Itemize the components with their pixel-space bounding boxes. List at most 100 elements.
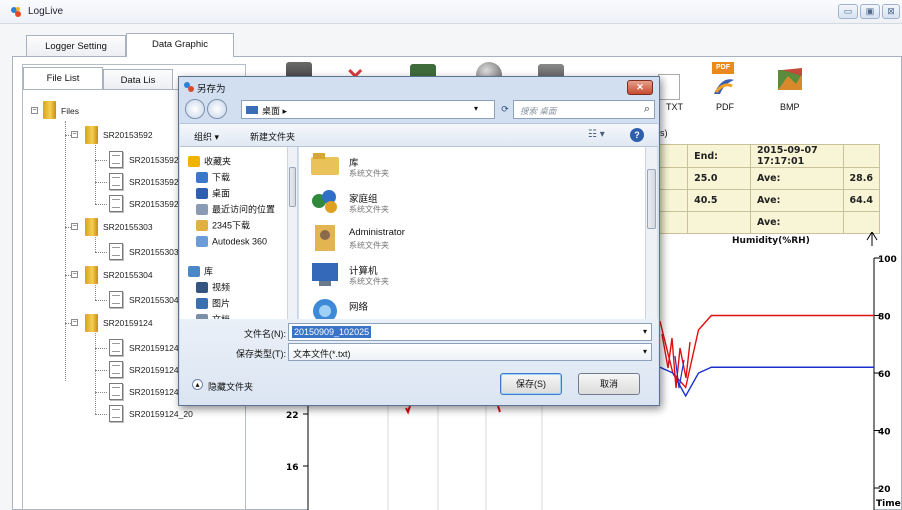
file-item[interactable]: Administrator 系统文件夹 — [309, 223, 609, 257]
folder-icon — [85, 218, 98, 236]
tree-line — [95, 145, 96, 204]
search-input[interactable]: 搜索 桌面 ⌕ — [513, 100, 655, 119]
collapse-icon[interactable]: − — [71, 223, 78, 230]
tick-label: 20 — [878, 485, 891, 495]
time-label: Time — [876, 499, 901, 509]
table-row: :Ave: — [635, 211, 881, 234]
tree-file-label[interactable]: SR20159124_20 — [129, 409, 193, 419]
desktop-icon — [196, 188, 208, 200]
collapse-icon[interactable]: − — [31, 107, 38, 114]
nav-item[interactable]: 库 — [188, 263, 284, 279]
library-icon — [311, 153, 339, 175]
filename-input[interactable]: 20150909_102025 ▾ — [288, 323, 652, 341]
view-options-icon[interactable]: ☷ ▾ — [588, 129, 605, 140]
search-placeholder: 搜索 桌面 — [520, 106, 557, 116]
app-logo-icon — [184, 82, 194, 92]
tree-line — [95, 182, 107, 183]
table-cell: Ave: — [749, 167, 844, 190]
nav-item-label: 桌面 — [212, 188, 231, 199]
tree-group-label: SR20155303 — [103, 222, 153, 232]
subtab-file-list[interactable]: File List — [23, 67, 103, 89]
maximize-button[interactable]: ▣ — [860, 4, 880, 19]
bmp-icon[interactable] — [776, 66, 806, 94]
help-icon[interactable]: ? — [630, 128, 644, 142]
tab-logger-setting[interactable]: Logger Setting — [26, 35, 126, 57]
nav-item[interactable]: 图片 — [196, 295, 292, 311]
minimize-button[interactable]: ▭ — [838, 4, 858, 19]
nav-item-label: 最近访问的位置 — [212, 204, 276, 215]
navigation-pane: 收藏夹下载桌面最近访问的位置2345下载Autodesk 360库视频图片文档 — [180, 147, 298, 326]
tree-line — [95, 285, 96, 300]
tab-data-graphic[interactable]: Data Graphic — [126, 33, 234, 57]
table-row: :01End:2015-09-07 17:17:01 — [635, 144, 881, 168]
file-item-type: 系统文件夹 — [349, 277, 389, 286]
file-scrollbar[interactable] — [645, 147, 657, 319]
file-icon — [109, 291, 123, 308]
nav-item-label: 库 — [204, 266, 214, 277]
collapse-icon[interactable]: − — [71, 131, 78, 138]
table-cell: End: — [687, 144, 751, 168]
tree-group-label: SR20153592 — [103, 130, 153, 140]
address-bar[interactable]: 桌面 ▸ ▾ — [241, 100, 495, 119]
save-as-dialog: 另存为 ✕ 桌面 ▸ ▾ ⟳ 搜索 桌面 ⌕ 组织 ▾ 新建文件夹 ☷ ▾ ? … — [178, 76, 660, 406]
filename-dropdown-icon[interactable]: ▾ — [643, 327, 647, 336]
address-text: 桌面 ▸ — [262, 106, 288, 116]
back-button[interactable] — [185, 99, 205, 119]
nav-item[interactable]: 桌面 — [196, 185, 292, 201]
desktop-icon — [246, 106, 258, 114]
tree-line — [95, 392, 107, 393]
pdf-icon[interactable]: PDF — [712, 62, 736, 96]
file-icon — [109, 361, 123, 378]
forward-button[interactable] — [207, 99, 227, 119]
table-row: :40.5Ave:64.4 — [635, 189, 881, 212]
pdf-badge: PDF — [712, 62, 734, 74]
subtab-data-list[interactable]: Data Lis — [103, 69, 173, 89]
hide-folders-toggle-icon[interactable]: ▴ — [192, 379, 203, 390]
collapse-icon[interactable]: − — [71, 271, 78, 278]
filename-label: 文件名(N): — [244, 329, 286, 339]
filetype-value: 文本文件(*.txt) — [293, 349, 351, 359]
nav-scrollbar[interactable] — [287, 147, 297, 319]
file-item-name: 家庭组 — [349, 194, 378, 205]
organize-menu[interactable]: 组织 ▾ — [194, 130, 219, 143]
filetype-select[interactable]: 文本文件(*.txt) ▾ — [288, 343, 652, 361]
tree-line — [95, 370, 107, 371]
nav-item[interactable]: 2345下载 — [196, 217, 292, 233]
refresh-icon[interactable]: ⟳ — [497, 100, 513, 119]
dialog-toolbar: 组织 ▾ 新建文件夹 ☷ ▾ ? — [180, 123, 658, 147]
table-cell: Ave: — [749, 189, 844, 212]
cancel-button[interactable]: 取消 — [578, 373, 640, 395]
title-bar: LogLive ▭ ▣ ⊠ — [0, 0, 902, 24]
tree-line — [95, 300, 107, 301]
tree-line — [95, 348, 107, 349]
file-item[interactable]: 计算机 系统文件夹 — [309, 259, 609, 293]
filetype-dropdown-icon[interactable]: ▾ — [643, 347, 647, 356]
file-item[interactable]: 家庭组 系统文件夹 — [309, 187, 609, 221]
close-button[interactable]: ⊠ — [882, 4, 900, 19]
txt-icon[interactable] — [658, 74, 680, 100]
tick-label: 22 — [286, 411, 299, 421]
tick-label: 100 — [878, 255, 897, 265]
dialog-close-button[interactable]: ✕ — [627, 80, 653, 95]
nav-item[interactable]: Autodesk 360 — [196, 233, 292, 249]
collapse-icon[interactable]: − — [71, 319, 78, 326]
nav-item[interactable]: 收藏夹 — [188, 153, 284, 169]
file-item-name: 网络 — [349, 302, 369, 313]
file-item[interactable]: 库系统文件夹 — [309, 151, 609, 185]
address-dropdown-icon[interactable]: ▾ — [474, 104, 478, 113]
statistics-table: :01End:2015-09-07 17:17:01:25.0Ave:28.6:… — [635, 144, 881, 234]
save-button[interactable]: 保存(S) — [500, 373, 562, 395]
nav-item[interactable]: 视频 — [196, 279, 292, 295]
nav-item[interactable]: 下载 — [196, 169, 292, 185]
nav-item-label: 2345下载 — [212, 220, 251, 231]
folder-icon — [196, 220, 208, 232]
filename-value: 20150909_102025 — [292, 326, 372, 338]
nav-item[interactable]: 最近访问的位置 — [196, 201, 292, 217]
table-cell — [842, 211, 881, 234]
tree-line — [95, 333, 96, 414]
file-item-name: Administrator — [349, 227, 405, 238]
nav-item-label: Autodesk 360 — [212, 236, 268, 247]
hide-folders-link[interactable]: 隐藏文件夹 — [208, 380, 253, 393]
txt-label: TXT — [666, 102, 683, 112]
new-folder-button[interactable]: 新建文件夹 — [250, 130, 295, 143]
